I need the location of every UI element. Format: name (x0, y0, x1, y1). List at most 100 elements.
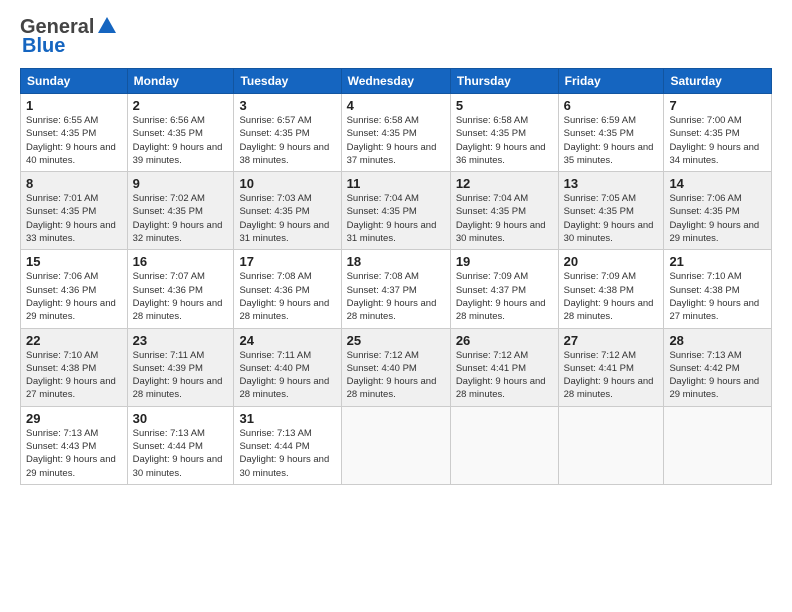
day-info: Sunrise: 7:11 AMSunset: 4:39 PMDaylight:… (133, 350, 223, 401)
calendar-day-cell: 29 Sunrise: 7:13 AMSunset: 4:43 PMDaylig… (21, 406, 128, 484)
calendar-day-cell: 18 Sunrise: 7:08 AMSunset: 4:37 PMDaylig… (341, 250, 450, 328)
day-info: Sunrise: 6:58 AMSunset: 4:35 PMDaylight:… (347, 115, 437, 166)
day-info: Sunrise: 7:04 AMSunset: 4:35 PMDaylight:… (456, 193, 546, 244)
day-number: 18 (347, 254, 445, 269)
day-of-week-header: Tuesday (234, 69, 341, 94)
day-number: 6 (564, 98, 659, 113)
day-info: Sunrise: 7:04 AMSunset: 4:35 PMDaylight:… (347, 193, 437, 244)
calendar-day-cell (558, 406, 664, 484)
calendar-header-row: SundayMondayTuesdayWednesdayThursdayFrid… (21, 69, 772, 94)
logo: General Blue (20, 16, 118, 58)
day-number: 31 (239, 411, 335, 426)
day-info: Sunrise: 7:06 AMSunset: 4:35 PMDaylight:… (669, 193, 759, 244)
day-info: Sunrise: 6:58 AMSunset: 4:35 PMDaylight:… (456, 115, 546, 166)
day-info: Sunrise: 6:56 AMSunset: 4:35 PMDaylight:… (133, 115, 223, 166)
calendar-day-cell (664, 406, 772, 484)
calendar-day-cell: 2 Sunrise: 6:56 AMSunset: 4:35 PMDayligh… (127, 94, 234, 172)
calendar-day-cell: 3 Sunrise: 6:57 AMSunset: 4:35 PMDayligh… (234, 94, 341, 172)
day-number: 15 (26, 254, 122, 269)
day-info: Sunrise: 7:13 AMSunset: 4:43 PMDaylight:… (26, 428, 116, 479)
day-number: 1 (26, 98, 122, 113)
calendar-day-cell: 21 Sunrise: 7:10 AMSunset: 4:38 PMDaylig… (664, 250, 772, 328)
day-number: 19 (456, 254, 553, 269)
day-number: 4 (347, 98, 445, 113)
calendar-table: SundayMondayTuesdayWednesdayThursdayFrid… (20, 68, 772, 485)
day-info: Sunrise: 7:12 AMSunset: 4:40 PMDaylight:… (347, 350, 437, 401)
calendar-day-cell: 10 Sunrise: 7:03 AMSunset: 4:35 PMDaylig… (234, 172, 341, 250)
day-of-week-header: Sunday (21, 69, 128, 94)
day-info: Sunrise: 6:59 AMSunset: 4:35 PMDaylight:… (564, 115, 654, 166)
calendar-day-cell: 14 Sunrise: 7:06 AMSunset: 4:35 PMDaylig… (664, 172, 772, 250)
calendar-day-cell: 7 Sunrise: 7:00 AMSunset: 4:35 PMDayligh… (664, 94, 772, 172)
calendar-day-cell: 13 Sunrise: 7:05 AMSunset: 4:35 PMDaylig… (558, 172, 664, 250)
day-info: Sunrise: 7:09 AMSunset: 4:38 PMDaylight:… (564, 271, 654, 322)
day-number: 17 (239, 254, 335, 269)
calendar-day-cell: 16 Sunrise: 7:07 AMSunset: 4:36 PMDaylig… (127, 250, 234, 328)
day-info: Sunrise: 7:05 AMSunset: 4:35 PMDaylight:… (564, 193, 654, 244)
calendar-day-cell: 8 Sunrise: 7:01 AMSunset: 4:35 PMDayligh… (21, 172, 128, 250)
calendar-day-cell: 19 Sunrise: 7:09 AMSunset: 4:37 PMDaylig… (450, 250, 558, 328)
day-number: 25 (347, 333, 445, 348)
day-number: 26 (456, 333, 553, 348)
calendar-day-cell: 31 Sunrise: 7:13 AMSunset: 4:44 PMDaylig… (234, 406, 341, 484)
calendar-day-cell: 26 Sunrise: 7:12 AMSunset: 4:41 PMDaylig… (450, 328, 558, 406)
header: General Blue (20, 16, 772, 58)
day-number: 22 (26, 333, 122, 348)
calendar-day-cell (450, 406, 558, 484)
day-info: Sunrise: 7:07 AMSunset: 4:36 PMDaylight:… (133, 271, 223, 322)
calendar-day-cell: 20 Sunrise: 7:09 AMSunset: 4:38 PMDaylig… (558, 250, 664, 328)
day-info: Sunrise: 7:02 AMSunset: 4:35 PMDaylight:… (133, 193, 223, 244)
calendar-week-row: 22 Sunrise: 7:10 AMSunset: 4:38 PMDaylig… (21, 328, 772, 406)
day-number: 24 (239, 333, 335, 348)
logo-icon (96, 15, 118, 37)
day-number: 9 (133, 176, 229, 191)
day-number: 16 (133, 254, 229, 269)
day-number: 11 (347, 176, 445, 191)
day-number: 29 (26, 411, 122, 426)
day-info: Sunrise: 7:08 AMSunset: 4:36 PMDaylight:… (239, 271, 329, 322)
calendar-day-cell: 4 Sunrise: 6:58 AMSunset: 4:35 PMDayligh… (341, 94, 450, 172)
day-of-week-header: Saturday (664, 69, 772, 94)
day-number: 14 (669, 176, 766, 191)
calendar-week-row: 15 Sunrise: 7:06 AMSunset: 4:36 PMDaylig… (21, 250, 772, 328)
day-number: 27 (564, 333, 659, 348)
day-info: Sunrise: 7:06 AMSunset: 4:36 PMDaylight:… (26, 271, 116, 322)
calendar-week-row: 1 Sunrise: 6:55 AMSunset: 4:35 PMDayligh… (21, 94, 772, 172)
calendar-day-cell: 15 Sunrise: 7:06 AMSunset: 4:36 PMDaylig… (21, 250, 128, 328)
day-info: Sunrise: 7:13 AMSunset: 4:42 PMDaylight:… (669, 350, 759, 401)
calendar-day-cell: 11 Sunrise: 7:04 AMSunset: 4:35 PMDaylig… (341, 172, 450, 250)
day-info: Sunrise: 7:12 AMSunset: 4:41 PMDaylight:… (456, 350, 546, 401)
day-number: 23 (133, 333, 229, 348)
day-info: Sunrise: 7:08 AMSunset: 4:37 PMDaylight:… (347, 271, 437, 322)
day-number: 28 (669, 333, 766, 348)
calendar-day-cell: 24 Sunrise: 7:11 AMSunset: 4:40 PMDaylig… (234, 328, 341, 406)
day-number: 2 (133, 98, 229, 113)
day-info: Sunrise: 6:55 AMSunset: 4:35 PMDaylight:… (26, 115, 116, 166)
day-info: Sunrise: 7:13 AMSunset: 4:44 PMDaylight:… (239, 428, 329, 479)
day-number: 10 (239, 176, 335, 191)
calendar-day-cell: 22 Sunrise: 7:10 AMSunset: 4:38 PMDaylig… (21, 328, 128, 406)
day-number: 20 (564, 254, 659, 269)
day-info: Sunrise: 7:13 AMSunset: 4:44 PMDaylight:… (133, 428, 223, 479)
day-number: 30 (133, 411, 229, 426)
day-info: Sunrise: 7:11 AMSunset: 4:40 PMDaylight:… (239, 350, 329, 401)
day-info: Sunrise: 7:10 AMSunset: 4:38 PMDaylight:… (26, 350, 116, 401)
day-info: Sunrise: 7:00 AMSunset: 4:35 PMDaylight:… (669, 115, 759, 166)
calendar-day-cell (341, 406, 450, 484)
day-number: 12 (456, 176, 553, 191)
day-info: Sunrise: 7:03 AMSunset: 4:35 PMDaylight:… (239, 193, 329, 244)
day-info: Sunrise: 7:09 AMSunset: 4:37 PMDaylight:… (456, 271, 546, 322)
day-number: 13 (564, 176, 659, 191)
calendar-week-row: 29 Sunrise: 7:13 AMSunset: 4:43 PMDaylig… (21, 406, 772, 484)
day-of-week-header: Friday (558, 69, 664, 94)
calendar-day-cell: 17 Sunrise: 7:08 AMSunset: 4:36 PMDaylig… (234, 250, 341, 328)
day-number: 3 (239, 98, 335, 113)
day-number: 21 (669, 254, 766, 269)
day-number: 7 (669, 98, 766, 113)
calendar-day-cell: 23 Sunrise: 7:11 AMSunset: 4:39 PMDaylig… (127, 328, 234, 406)
day-info: Sunrise: 7:10 AMSunset: 4:38 PMDaylight:… (669, 271, 759, 322)
day-info: Sunrise: 7:12 AMSunset: 4:41 PMDaylight:… (564, 350, 654, 401)
calendar-day-cell: 9 Sunrise: 7:02 AMSunset: 4:35 PMDayligh… (127, 172, 234, 250)
day-number: 5 (456, 98, 553, 113)
calendar-day-cell: 25 Sunrise: 7:12 AMSunset: 4:40 PMDaylig… (341, 328, 450, 406)
